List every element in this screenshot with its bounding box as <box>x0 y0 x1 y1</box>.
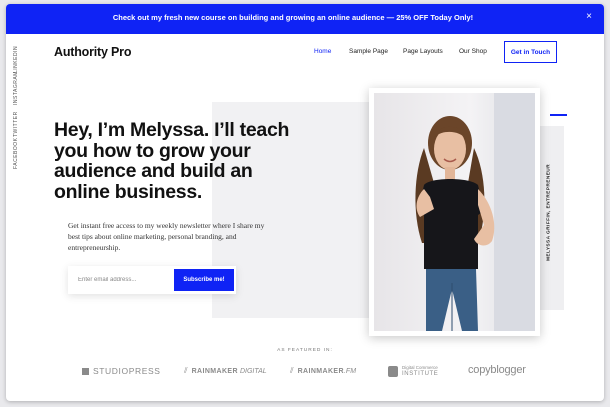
promo-text[interactable]: Check out my fresh new course on buildin… <box>6 13 580 22</box>
nav-our-shop[interactable]: Our Shop <box>459 48 487 55</box>
nav-page-layouts[interactable]: Page Layouts <box>403 48 443 55</box>
logo-rainmaker-digital: ⫽ RAINMAKER DIGITAL <box>184 366 267 376</box>
browser-frame: Check out my fresh new course on buildin… <box>6 4 604 401</box>
email-input[interactable] <box>68 266 172 294</box>
rainmaker-icon: ⫽ <box>184 366 188 375</box>
nav-sample-page[interactable]: Sample Page <box>349 48 388 55</box>
logo-rainmaker-fm-text: RAINMAKER <box>297 367 344 375</box>
promo-banner[interactable]: Check out my fresh new course on buildin… <box>6 4 604 34</box>
logo-digital-commerce-institute: Digital Commerce INSTITUTE <box>388 364 438 378</box>
social-instagram[interactable]: INSTAGRAM <box>13 71 19 105</box>
logo-copyblogger: copyblogger <box>468 364 526 376</box>
hero-photo <box>369 88 540 336</box>
site-logo[interactable]: Authority Pro <box>54 45 131 59</box>
photo-caption-text: MELYSSA GRIFFIN, ENTREPRENEUR <box>546 163 552 262</box>
studiopress-icon <box>82 367 89 375</box>
logo-rainmaker-digital-text: RAINMAKER <box>191 367 238 375</box>
social-links: FACEBOOK TWITTER INSTAGRAM LINKEDIN <box>8 46 24 184</box>
dci-line-2: INSTITUTE <box>402 371 439 377</box>
logo-copyblogger-text: copyblogger <box>468 364 526 376</box>
dci-line-1: Digital Commerce <box>402 365 438 370</box>
nav-home[interactable]: Home <box>314 48 331 55</box>
get-in-touch-button[interactable]: Get in Touch <box>504 41 557 63</box>
dci-icon <box>388 365 398 377</box>
logo-studiopress: STUDIOPRESS <box>82 366 161 376</box>
close-icon[interactable]: × <box>586 12 592 22</box>
subscribe-button[interactable]: Subscribe me! <box>174 269 234 291</box>
logo-rainmaker-digital-suffix: DIGITAL <box>239 367 267 375</box>
social-linkedin[interactable]: LINKEDIN <box>13 46 19 73</box>
dci-wordmark: Digital Commerce INSTITUTE <box>402 364 438 378</box>
logo-rainmaker-fm: ⫽ RAINMAKER .FM <box>290 366 356 376</box>
newsletter-form: Subscribe me! <box>68 266 236 294</box>
logo-rainmaker-fm-suffix: .FM <box>343 367 357 375</box>
social-twitter[interactable]: TWITTER <box>13 111 19 137</box>
hero-description: Get instant free access to my weekly new… <box>68 221 265 252</box>
rainmaker-fm-icon: ⫽ <box>290 366 294 375</box>
hero-title: Hey, I’m Melyssa. I’ll teach you how to … <box>54 119 290 203</box>
portrait-image <box>374 93 535 331</box>
social-facebook[interactable]: FACEBOOK <box>13 137 19 169</box>
logo-studiopress-text: STUDIOPRESS <box>93 366 161 376</box>
accent-line <box>550 114 567 116</box>
featured-label: AS FEATURED IN: <box>277 348 333 353</box>
